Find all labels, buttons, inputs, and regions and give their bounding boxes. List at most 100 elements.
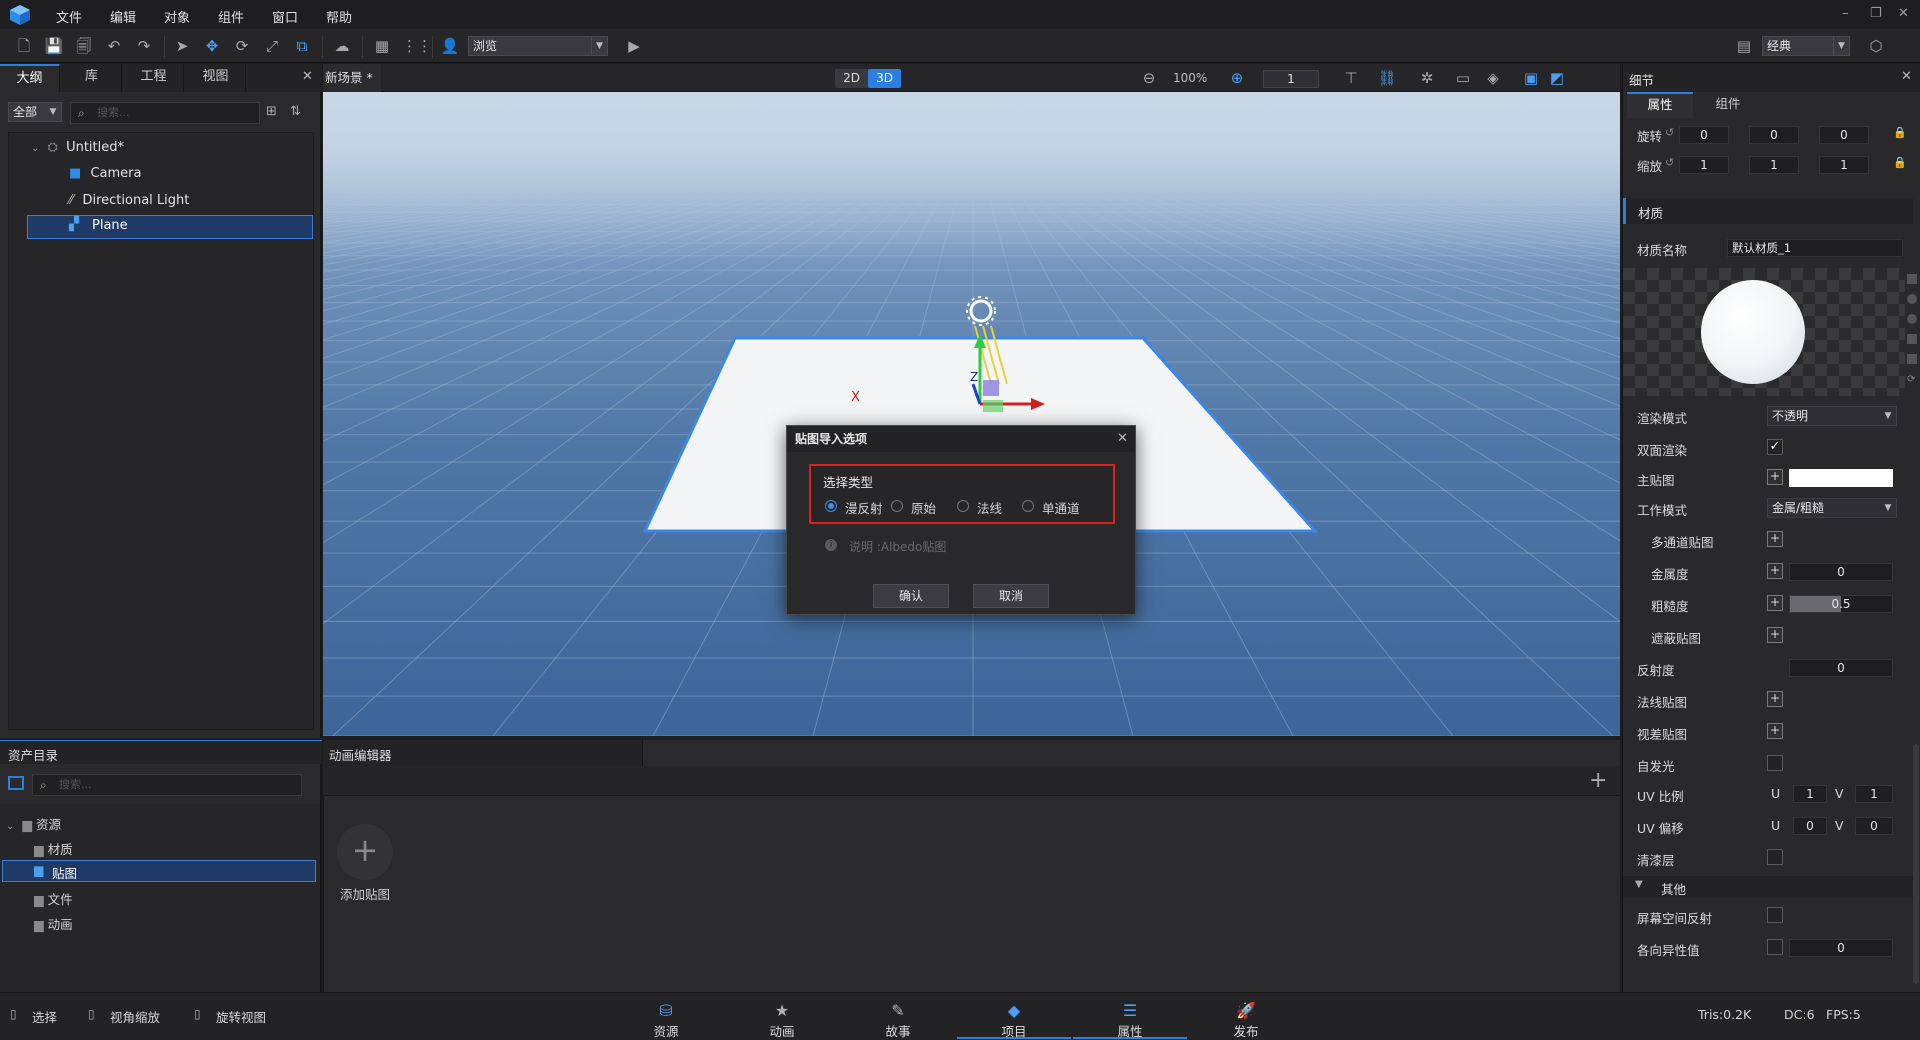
mode-2d-button[interactable]: 2D xyxy=(835,69,868,88)
rotation-z-field[interactable]: 0 xyxy=(1819,126,1869,144)
reset-rotation-icon[interactable]: ↺ xyxy=(1665,126,1674,139)
material-name-field[interactable]: 默认材质_1 xyxy=(1727,239,1903,257)
nav-story[interactable]: ✎ 故事 xyxy=(841,993,955,1039)
menu-file[interactable]: 文件 xyxy=(56,7,82,26)
nav-publish[interactable]: 🚀 发布 xyxy=(1189,993,1303,1039)
normal-map-add-icon[interactable]: + xyxy=(1767,691,1783,707)
close-window-icon[interactable]: ✕ xyxy=(1898,6,1909,21)
reset-scale-icon[interactable]: ↺ xyxy=(1665,156,1674,169)
radio-normal[interactable] xyxy=(957,500,969,512)
tab-components[interactable]: 组件 xyxy=(1695,92,1761,118)
asset-folder-files[interactable]: ▆ 文件 xyxy=(34,889,73,908)
lock-icon[interactable]: 🔒 xyxy=(1893,126,1907,139)
radio-single-channel[interactable] xyxy=(1022,500,1034,512)
move-tool-icon[interactable]: ✥ xyxy=(202,36,222,56)
expand-all-icon[interactable]: ⊞ xyxy=(266,104,277,119)
grid-icon[interactable]: ▦ xyxy=(372,36,392,56)
material-preview[interactable] xyxy=(1623,268,1905,396)
radio-original[interactable] xyxy=(891,500,903,512)
other-section-header[interactable]: ▼ 其他 xyxy=(1623,876,1913,898)
scale-tool-icon[interactable]: ⤢ xyxy=(262,36,282,56)
mode-select[interactable]: 浏览 ▼ xyxy=(468,36,608,56)
save-icon[interactable]: 💾 xyxy=(44,36,64,56)
select-arrow-icon[interactable]: ➤ xyxy=(172,36,192,56)
lock-view-icon[interactable]: ▣ xyxy=(1521,68,1541,88)
lock-icon[interactable]: 🔒 xyxy=(1893,156,1907,169)
scale-z-field[interactable]: 1 xyxy=(1819,156,1869,174)
snap-icon[interactable]: ⊤ xyxy=(1341,68,1361,88)
asset-folder-materials[interactable]: ▆ 材质 xyxy=(34,839,73,858)
menu-edit[interactable]: 编辑 xyxy=(110,7,136,26)
tab-properties[interactable]: 属性 xyxy=(1627,92,1693,118)
radio-diffuse[interactable] xyxy=(825,500,837,512)
uv-offset-v-field[interactable]: 0 xyxy=(1855,817,1893,835)
anim-tab[interactable]: 动画编辑器 xyxy=(323,740,643,766)
tree-item-plane[interactable]: ▞ Plane xyxy=(27,215,313,239)
plane-shape-icon[interactable] xyxy=(1907,274,1917,284)
asset-folder-textures[interactable]: ▆ 贴图 xyxy=(2,860,316,882)
roughness-add-icon[interactable]: + xyxy=(1767,595,1783,611)
rotation-x-field[interactable]: 0 xyxy=(1679,126,1729,144)
asset-folder-root[interactable]: ⌄ ▆ 资源 xyxy=(6,814,61,833)
uv-scale-u-field[interactable]: 1 xyxy=(1793,785,1827,803)
cube-shape-icon[interactable] xyxy=(1907,334,1917,344)
sort-icon[interactable]: ⇅ xyxy=(290,104,301,119)
ssr-checkbox[interactable] xyxy=(1767,907,1783,923)
aniso-checkbox[interactable] xyxy=(1767,939,1783,955)
tree-item-light[interactable]: ⁄⁄ Directional Light xyxy=(69,190,189,212)
main-map-color-swatch[interactable] xyxy=(1789,469,1893,487)
zoom-out-icon[interactable]: ⊖ xyxy=(1139,68,1159,88)
transform-space-icon[interactable]: ⧉ xyxy=(292,36,312,56)
menu-object[interactable]: 对象 xyxy=(164,7,190,26)
tree-item-camera[interactable]: ■ Camera xyxy=(69,163,141,185)
double-sided-checkbox[interactable]: ✓ xyxy=(1767,439,1783,455)
rotate-tool-icon[interactable]: ⟳ xyxy=(232,36,252,56)
tab-outline[interactable]: 大纲 xyxy=(0,64,60,92)
occlusion-add-icon[interactable]: + xyxy=(1767,627,1783,643)
redo-icon[interactable]: ↷ xyxy=(134,36,154,56)
tab-library[interactable]: 库 xyxy=(62,64,122,92)
outline-search-input[interactable]: ⌕ 搜索... xyxy=(70,102,260,124)
mode-3d-button[interactable]: 3D xyxy=(868,69,901,88)
3d-scene[interactable]: X Z xyxy=(323,92,1620,736)
tree-item-scene[interactable]: ⌄ ⛭ Untitled* xyxy=(31,137,124,159)
cloud-icon[interactable]: ☁ xyxy=(332,36,352,56)
lighting-toggle-icon[interactable]: ◩ xyxy=(1547,68,1567,88)
save-all-icon[interactable]: 🗐 xyxy=(74,36,94,56)
link-icon[interactable]: ⛓ xyxy=(1377,68,1397,88)
menu-window[interactable]: 窗口 xyxy=(272,7,298,26)
asset-search-input[interactable]: ⌕ 搜索... xyxy=(32,774,302,796)
outline-filter-select[interactable]: 全部 ▼ xyxy=(8,102,62,122)
asset-folder-animation[interactable]: ▆ 动画 xyxy=(34,914,73,933)
undo-icon[interactable]: ↶ xyxy=(104,36,124,56)
settings-hex-icon[interactable]: ⬡ xyxy=(1866,36,1886,56)
zoom-in-icon[interactable]: ⊕ xyxy=(1227,68,1247,88)
roughness-slider[interactable]: 0.5 xyxy=(1789,595,1893,613)
tab-project[interactable]: 工程 xyxy=(124,64,184,92)
scene-tab[interactable]: 新场景 * xyxy=(323,64,381,92)
nav-animation[interactable]: ★ 动画 xyxy=(725,993,839,1039)
close-panel-icon[interactable]: ✕ xyxy=(302,69,313,84)
nav-project[interactable]: ◆ 项目 xyxy=(957,993,1071,1039)
render-mode-select[interactable]: 不透明 ▼ xyxy=(1767,406,1897,426)
cylinder-shape-icon[interactable] xyxy=(1907,354,1917,364)
metallic-add-icon[interactable]: + xyxy=(1767,563,1783,579)
reflectance-field[interactable]: 0 xyxy=(1789,659,1893,677)
uv-offset-u-field[interactable]: 0 xyxy=(1793,817,1827,835)
clearcoat-checkbox[interactable] xyxy=(1767,849,1783,865)
play-icon[interactable]: ▶ xyxy=(624,36,644,56)
tab-view[interactable]: 视图 xyxy=(186,64,246,92)
material-section-header[interactable]: 材质 xyxy=(1623,198,1913,224)
add-icon[interactable]: + xyxy=(1589,768,1607,793)
cancel-button[interactable]: 取消 xyxy=(973,584,1049,608)
main-map-add-icon[interactable]: + xyxy=(1767,469,1783,485)
uv-scale-v-field[interactable]: 1 xyxy=(1855,785,1893,803)
aniso-field[interactable]: 0 xyxy=(1789,939,1893,957)
new-file-icon[interactable]: 🗋 xyxy=(14,36,34,56)
add-texture-button[interactable]: + 添加贴图 xyxy=(329,824,401,902)
restore-icon[interactable]: ❐ xyxy=(1870,6,1882,21)
scale-y-field[interactable]: 1 xyxy=(1749,156,1799,174)
multi-channel-add-icon[interactable]: + xyxy=(1767,531,1783,547)
settings-icon[interactable]: ✲ xyxy=(1417,68,1437,88)
nav-assets[interactable]: ⛁ 资源 xyxy=(609,993,723,1039)
